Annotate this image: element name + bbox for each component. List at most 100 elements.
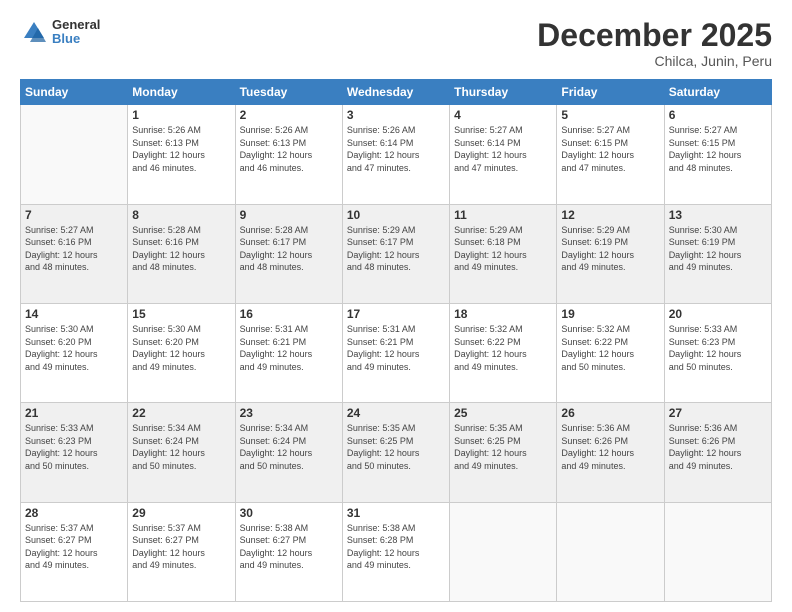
page: General Blue December 2025 Chilca, Junin…: [0, 0, 792, 612]
title-block: December 2025 Chilca, Junin, Peru: [537, 18, 772, 69]
table-row: 4 Sunrise: 5:27 AMSunset: 6:14 PMDaylight…: [450, 105, 557, 204]
table-row: 15Sunrise: 5:30 AMSunset: 6:20 PMDayligh…: [128, 303, 235, 402]
logo-icon: [20, 18, 48, 46]
day-info: Sunrise: 5:29 AMSunset: 6:19 PMDaylight:…: [561, 224, 659, 274]
col-friday: Friday: [557, 80, 664, 105]
table-row: [557, 502, 664, 601]
day-info: Sunrise: 5:34 AMSunset: 6:24 PMDaylight:…: [240, 422, 338, 472]
day-info: Sunrise: 5:35 AMSunset: 6:25 PMDaylight:…: [454, 422, 552, 472]
day-number: 19: [561, 307, 659, 321]
day-number: 22: [132, 406, 230, 420]
day-info: Sunrise: 5:32 AMSunset: 6:22 PMDaylight:…: [561, 323, 659, 373]
day-number: 11: [454, 208, 552, 222]
day-number: 8: [132, 208, 230, 222]
day-number: 4: [454, 108, 552, 122]
table-row: 8 Sunrise: 5:28 AMSunset: 6:16 PMDaylight…: [128, 204, 235, 303]
table-row: 29 Sunrise: 5:37 AMSunset: 6:27 PMDayligh…: [128, 502, 235, 601]
day-info: Sunrise: 5:28 AMSunset: 6:16 PMDaylight:…: [132, 224, 230, 274]
table-row: 31 Sunrise: 5:38 AMSunset: 6:28 PMDayligh…: [342, 502, 449, 601]
day-info: Sunrise: 5:33 AMSunset: 6:23 PMDaylight:…: [25, 422, 123, 472]
day-info: Sunrise: 5:28 AMSunset: 6:17 PMDaylight:…: [240, 224, 338, 274]
table-row: 16 Sunrise: 5:31 AMSunset: 6:21 PMDayligh…: [235, 303, 342, 402]
day-info: Sunrise: 5:35 AMSunset: 6:25 PMDaylight:…: [347, 422, 445, 472]
col-saturday: Saturday: [664, 80, 771, 105]
table-row: 2Sunrise: 5:26 AMSunset: 6:13 PMDaylight…: [235, 105, 342, 204]
day-info: Sunrise: 5:27 AMSunset: 6:16 PMDaylight:…: [25, 224, 123, 274]
table-row: 3Sunrise: 5:26 AMSunset: 6:14 PMDaylight…: [342, 105, 449, 204]
day-number: 31: [347, 506, 445, 520]
table-row: 18Sunrise: 5:32 AMSunset: 6:22 PMDayligh…: [450, 303, 557, 402]
logo-text: General Blue: [52, 18, 100, 47]
day-info: Sunrise: 5:27 AMSunset: 6:15 PMDaylight:…: [561, 124, 659, 174]
day-number: 7: [25, 208, 123, 222]
day-number: 28: [25, 506, 123, 520]
col-tuesday: Tuesday: [235, 80, 342, 105]
day-number: 6: [669, 108, 767, 122]
month-title: December 2025: [537, 18, 772, 53]
day-number: 23: [240, 406, 338, 420]
day-number: 30: [240, 506, 338, 520]
day-number: 1: [132, 108, 230, 122]
day-number: 16: [240, 307, 338, 321]
day-info: Sunrise: 5:37 AMSunset: 6:27 PMDaylight:…: [25, 522, 123, 572]
table-row: 10 Sunrise: 5:29 AMSunset: 6:17 PMDayligh…: [342, 204, 449, 303]
day-number: 26: [561, 406, 659, 420]
col-wednesday: Wednesday: [342, 80, 449, 105]
day-info: Sunrise: 5:37 AMSunset: 6:27 PMDaylight:…: [132, 522, 230, 572]
calendar-week-row: 7 Sunrise: 5:27 AMSunset: 6:16 PMDaylight…: [21, 204, 772, 303]
day-info: Sunrise: 5:33 AMSunset: 6:23 PMDaylight:…: [669, 323, 767, 373]
day-number: 14: [25, 307, 123, 321]
calendar-week-row: 14 Sunrise: 5:30 AMSunset: 6:20 PMDayligh…: [21, 303, 772, 402]
table-row: 17Sunrise: 5:31 AMSunset: 6:21 PMDayligh…: [342, 303, 449, 402]
day-info: Sunrise: 5:26 AMSunset: 6:13 PMDaylight:…: [132, 124, 230, 174]
table-row: 25Sunrise: 5:35 AMSunset: 6:25 PMDayligh…: [450, 403, 557, 502]
day-info: Sunrise: 5:29 AMSunset: 6:18 PMDaylight:…: [454, 224, 552, 274]
day-info: Sunrise: 5:29 AMSunset: 6:17 PMDaylight:…: [347, 224, 445, 274]
table-row: 5 Sunrise: 5:27 AMSunset: 6:15 PMDaylight…: [557, 105, 664, 204]
table-row: [450, 502, 557, 601]
day-info: Sunrise: 5:30 AMSunset: 6:19 PMDaylight:…: [669, 224, 767, 274]
day-info: Sunrise: 5:27 AMSunset: 6:14 PMDaylight:…: [454, 124, 552, 174]
table-row: 23 Sunrise: 5:34 AMSunset: 6:24 PMDayligh…: [235, 403, 342, 502]
day-info: Sunrise: 5:38 AMSunset: 6:28 PMDaylight:…: [347, 522, 445, 572]
table-row: 19 Sunrise: 5:32 AMSunset: 6:22 PMDayligh…: [557, 303, 664, 402]
day-number: 29: [132, 506, 230, 520]
table-row: [664, 502, 771, 601]
day-info: Sunrise: 5:34 AMSunset: 6:24 PMDaylight:…: [132, 422, 230, 472]
day-info: Sunrise: 5:31 AMSunset: 6:21 PMDaylight:…: [240, 323, 338, 373]
day-number: 10: [347, 208, 445, 222]
col-sunday: Sunday: [21, 80, 128, 105]
day-info: Sunrise: 5:27 AMSunset: 6:15 PMDaylight:…: [669, 124, 767, 174]
col-thursday: Thursday: [450, 80, 557, 105]
day-number: 9: [240, 208, 338, 222]
table-row: 11 Sunrise: 5:29 AMSunset: 6:18 PMDayligh…: [450, 204, 557, 303]
day-info: Sunrise: 5:26 AMSunset: 6:14 PMDaylight:…: [347, 124, 445, 174]
day-info: Sunrise: 5:32 AMSunset: 6:22 PMDaylight:…: [454, 323, 552, 373]
day-info: Sunrise: 5:36 AMSunset: 6:26 PMDaylight:…: [669, 422, 767, 472]
table-row: [21, 105, 128, 204]
logo-blue-text: Blue: [52, 32, 100, 46]
calendar-header-row: Sunday Monday Tuesday Wednesday Thursday…: [21, 80, 772, 105]
calendar-week-row: 1 Sunrise: 5:26 AMSunset: 6:13 PMDaylight…: [21, 105, 772, 204]
header: General Blue December 2025 Chilca, Junin…: [20, 18, 772, 69]
calendar-week-row: 28 Sunrise: 5:37 AMSunset: 6:27 PMDayligh…: [21, 502, 772, 601]
table-row: 24Sunrise: 5:35 AMSunset: 6:25 PMDayligh…: [342, 403, 449, 502]
day-info: Sunrise: 5:38 AMSunset: 6:27 PMDaylight:…: [240, 522, 338, 572]
table-row: 6 Sunrise: 5:27 AMSunset: 6:15 PMDaylight…: [664, 105, 771, 204]
table-row: 12 Sunrise: 5:29 AMSunset: 6:19 PMDayligh…: [557, 204, 664, 303]
table-row: 13Sunrise: 5:30 AMSunset: 6:19 PMDayligh…: [664, 204, 771, 303]
day-number: 12: [561, 208, 659, 222]
table-row: 27 Sunrise: 5:36 AMSunset: 6:26 PMDayligh…: [664, 403, 771, 502]
day-number: 5: [561, 108, 659, 122]
day-info: Sunrise: 5:30 AMSunset: 6:20 PMDaylight:…: [25, 323, 123, 373]
day-info: Sunrise: 5:36 AMSunset: 6:26 PMDaylight:…: [561, 422, 659, 472]
day-number: 20: [669, 307, 767, 321]
table-row: 9 Sunrise: 5:28 AMSunset: 6:17 PMDaylight…: [235, 204, 342, 303]
day-number: 15: [132, 307, 230, 321]
table-row: 14 Sunrise: 5:30 AMSunset: 6:20 PMDayligh…: [21, 303, 128, 402]
table-row: 28 Sunrise: 5:37 AMSunset: 6:27 PMDayligh…: [21, 502, 128, 601]
day-number: 27: [669, 406, 767, 420]
location-subtitle: Chilca, Junin, Peru: [537, 53, 772, 69]
calendar-table: Sunday Monday Tuesday Wednesday Thursday…: [20, 79, 772, 602]
logo-general-text: General: [52, 18, 100, 32]
